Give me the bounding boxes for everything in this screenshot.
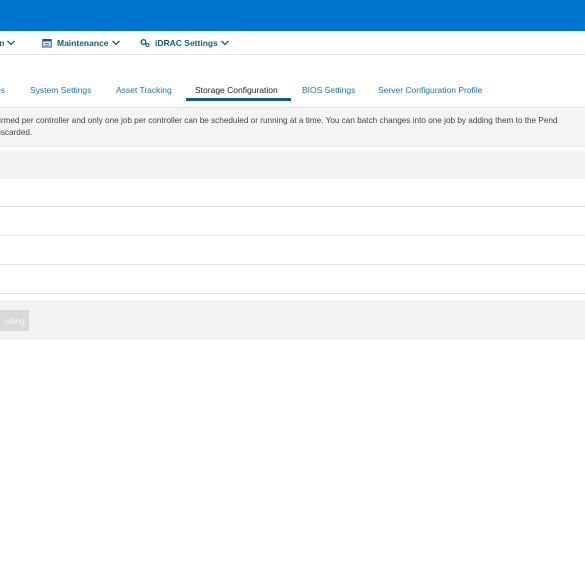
top-banner — [0, 0, 585, 31]
settings-row — [0, 179, 585, 207]
tab-server-configuration-profile[interactable]: Server Configuration Profile — [378, 82, 482, 101]
chevron-down-icon — [7, 40, 16, 46]
chevron-down-icon — [111, 40, 120, 46]
calendar-icon — [42, 39, 52, 48]
section-header — [0, 151, 585, 179]
nav-maintenance[interactable]: Maintenance — [42, 31, 121, 55]
nav-maintenance-label: Maintenance — [57, 38, 109, 48]
tab-system-settings[interactable]: System Settings — [30, 82, 91, 101]
settings-row — [0, 266, 585, 294]
nav-configuration-label: on — [0, 38, 5, 48]
settings-row — [0, 237, 585, 265]
chevron-down-icon — [220, 40, 229, 46]
add-to-pending-button[interactable]: nding — [0, 310, 29, 331]
tab-bios-settings[interactable]: BIOS Settings — [302, 82, 355, 101]
settings-tabs: es System Settings Asset Tracking Storag… — [0, 82, 585, 101]
info-text-line-1: irmed per controller and only one job pe… — [0, 116, 558, 125]
nav-configuration[interactable]: on — [0, 31, 16, 55]
gears-icon — [140, 39, 150, 48]
nav-idrac-settings[interactable]: iDRAC Settings — [140, 31, 230, 55]
tab-partial[interactable]: es — [0, 82, 5, 101]
active-tab-indicator — [186, 98, 291, 101]
settings-row — [0, 208, 585, 236]
tab-asset-tracking[interactable]: Asset Tracking — [116, 82, 172, 101]
info-text-line-2: iscarded. — [0, 128, 33, 137]
info-banner: irmed per controller and only one job pe… — [0, 107, 585, 147]
action-footer: nding — [0, 300, 585, 340]
main-nav: on Maintenance iDRAC Settings — [0, 31, 585, 55]
nav-idrac-settings-label: iDRAC Settings — [155, 38, 218, 48]
